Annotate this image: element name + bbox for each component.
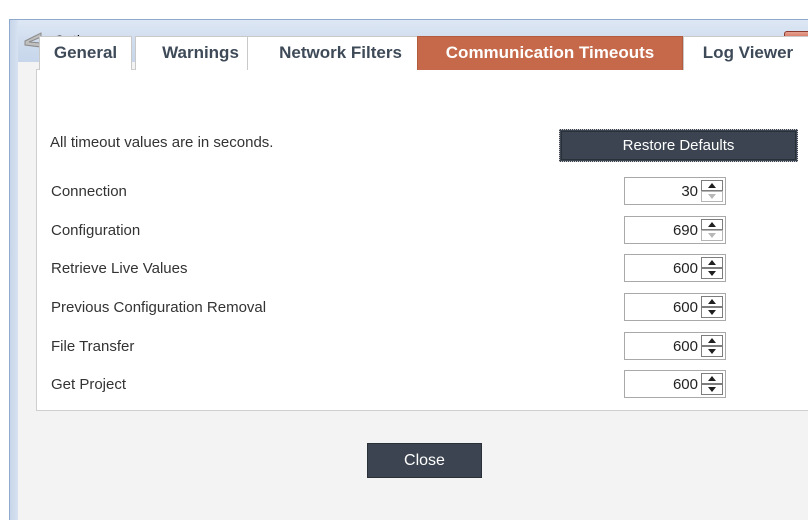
tab-log-viewer[interactable]: Log Viewer — [683, 36, 808, 70]
configuration-timeout-stepper[interactable]: 690 — [624, 216, 726, 244]
chevron-up-icon[interactable] — [701, 180, 723, 191]
chevron-down-icon[interactable] — [701, 268, 723, 279]
retrieve-live-values-label: Retrieve Live Values — [51, 260, 188, 277]
previous-configuration-removal-stepper[interactable]: 600 — [624, 293, 726, 321]
tab-communication-timeouts[interactable]: Communication Timeouts — [417, 36, 683, 70]
chevron-up-icon[interactable] — [701, 296, 723, 307]
close-button[interactable]: Close — [367, 443, 482, 478]
chevron-down-icon[interactable] — [701, 230, 723, 241]
connection-timeout-stepper[interactable]: 30 — [624, 177, 726, 205]
connection-label: Connection — [51, 183, 127, 200]
chevron-up-icon[interactable] — [701, 219, 723, 230]
connection-timeout-value[interactable]: 30 — [681, 183, 698, 200]
configuration-timeout-value[interactable]: 690 — [673, 222, 698, 239]
window-frame — [10, 20, 18, 520]
timeout-units-note: All timeout values are in seconds. — [50, 134, 274, 151]
chevron-down-icon[interactable] — [701, 191, 723, 202]
tab-general[interactable]: General — [39, 36, 132, 70]
previous-configuration-removal-label: Previous Configuration Removal — [51, 299, 267, 316]
chevron-down-icon[interactable] — [701, 346, 723, 357]
chevron-down-icon[interactable] — [701, 307, 723, 318]
get-project-value[interactable]: 600 — [673, 376, 698, 393]
file-transfer-value[interactable]: 600 — [673, 338, 698, 355]
retrieve-live-values-stepper[interactable]: 600 — [624, 254, 726, 282]
previous-configuration-removal-value[interactable]: 600 — [673, 299, 698, 316]
chevron-up-icon[interactable] — [701, 373, 723, 384]
chevron-up-icon[interactable] — [701, 257, 723, 268]
get-project-label: Get Project — [51, 376, 127, 393]
configuration-label: Configuration — [51, 222, 141, 239]
chevron-down-icon[interactable] — [701, 384, 723, 395]
chevron-up-icon[interactable] — [701, 335, 723, 346]
retrieve-live-values-value[interactable]: 600 — [673, 260, 698, 277]
file-transfer-stepper[interactable]: 600 — [624, 332, 726, 360]
get-project-stepper[interactable]: 600 — [624, 370, 726, 398]
file-transfer-label: File Transfer — [51, 338, 135, 355]
tab-network-filters[interactable]: Network Filters — [247, 36, 434, 70]
restore-defaults-button[interactable]: Restore Defaults — [559, 129, 798, 162]
